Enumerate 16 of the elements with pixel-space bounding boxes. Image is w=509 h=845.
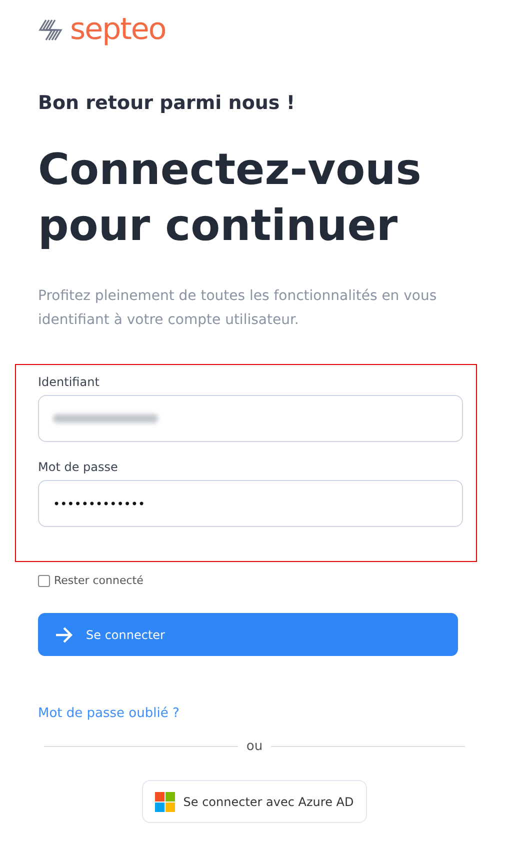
intro-text: Profitez pleinement de toutes les fonctionnalités en vous identifiant à votre compte utilisateur. [38, 287, 438, 330]
login-button[interactable]: Se connecter [38, 613, 458, 656]
input-field[interactable] [38, 395, 463, 442]
arrow-icon [54, 626, 74, 644]
azure-login-button[interactable]: Se connecter avec Azure AD [142, 780, 367, 823]
checkbox-label: Rester connecté [54, 574, 144, 587]
windows-icon [155, 792, 176, 812]
greeting: Bon retour parmi nous ! [38, 92, 296, 114]
page-title: Connectez-vous pour continuer [38, 144, 422, 253]
field-label: Identifiant [38, 375, 100, 389]
stripes-icon [38, 18, 64, 42]
checkbox[interactable] [38, 574, 50, 586]
field-label: Mot de passe [38, 460, 119, 474]
separator-text: ou [246, 739, 263, 754]
logo: septeo [70, 15, 166, 45]
password-field[interactable]: ••••••••••••• [38, 480, 463, 527]
